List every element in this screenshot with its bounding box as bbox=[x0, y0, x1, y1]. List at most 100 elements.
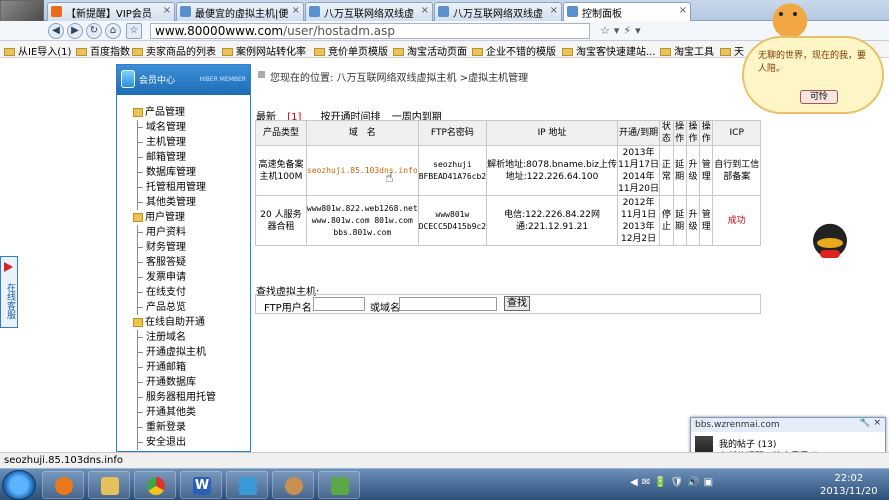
back-icon[interactable]: ◀ bbox=[48, 23, 64, 39]
clock-time: 22:02 bbox=[834, 473, 864, 484]
bookmark-folder[interactable]: 淘宝工具 bbox=[660, 43, 714, 58]
task-media[interactable] bbox=[318, 471, 360, 499]
bookmark-item[interactable]: 淘宝客快速建站... bbox=[562, 43, 656, 58]
task-remote[interactable] bbox=[226, 471, 268, 499]
close-icon[interactable]: 🔧 × bbox=[859, 418, 881, 428]
address-bar[interactable]: www.80000www.com/user/hostadm.asp bbox=[150, 23, 590, 39]
bookmark-item[interactable]: 卖家商品的列表 bbox=[132, 43, 216, 58]
menu-item-open-db[interactable]: 开通数据库 bbox=[134, 375, 250, 390]
bookmark-label: 淘宝客快速建站... bbox=[576, 47, 656, 58]
menu-group-products[interactable]: 产品管理 bbox=[133, 105, 250, 120]
folder-icon bbox=[76, 48, 87, 56]
nav-bar: ◀ ▶ ↻ ⌂ ☆ www.80000www.com/user/hostadm.… bbox=[0, 21, 889, 41]
bookmark-folder[interactable]: 从IE导入(1) bbox=[4, 43, 71, 58]
tab-80000-2[interactable]: 八万互联网络双线虚 × bbox=[434, 2, 562, 21]
arrow-right-icon bbox=[4, 262, 13, 272]
menu-group-self-service[interactable]: 在线自助开通 bbox=[133, 315, 250, 330]
online-service-label: 在线客服 bbox=[5, 283, 15, 319]
sidebar-header: 会员中心 HIBER MEMBER bbox=[117, 65, 250, 95]
col-header: 状态 bbox=[659, 120, 674, 146]
home-icon[interactable]: ⌂ bbox=[105, 23, 121, 39]
col-header: 开通/到期 bbox=[616, 120, 661, 146]
menu-item-db-mgmt[interactable]: 数据库管理 bbox=[134, 165, 250, 180]
folder-icon bbox=[720, 48, 731, 56]
bookmark-label: 天 bbox=[734, 47, 744, 58]
site-icon bbox=[51, 6, 62, 17]
online-service-tab[interactable]: 在线客服 bbox=[0, 256, 18, 328]
site-icon bbox=[180, 6, 191, 17]
menu-item-user-profile[interactable]: 用户资料 bbox=[134, 225, 250, 240]
menu-item-logout[interactable]: 安全退出 bbox=[134, 435, 250, 450]
tab-control-panel[interactable]: 控制面板 × bbox=[563, 2, 691, 21]
system-tray[interactable]: ◀✉🔋🛡🔊▣ bbox=[630, 477, 717, 488]
toolbar-icons[interactable]: ☆▾⚡▾ bbox=[600, 24, 645, 37]
renew-link[interactable]: 延期 bbox=[672, 145, 687, 196]
tab-label: 【新提醒】VIP会员 bbox=[66, 9, 152, 20]
bookmark-folder[interactable]: 淘宝活动页面 bbox=[393, 43, 467, 58]
col-header: 产品类型 bbox=[255, 120, 307, 146]
close-icon[interactable]: × bbox=[163, 5, 171, 16]
mascot-button[interactable]: 可怜 bbox=[800, 90, 838, 104]
refresh-icon[interactable]: ↻ bbox=[86, 23, 102, 39]
start-button[interactable] bbox=[2, 470, 36, 500]
menu-item-overview[interactable]: 产品总览 bbox=[134, 300, 250, 315]
forward-icon[interactable]: ▶ bbox=[67, 23, 83, 39]
close-icon[interactable]: × bbox=[292, 5, 300, 16]
site-icon bbox=[567, 6, 578, 17]
folder-icon bbox=[4, 48, 15, 56]
upgrade-link[interactable]: 升级 bbox=[685, 145, 701, 196]
close-icon[interactable]: × bbox=[550, 5, 558, 16]
close-icon[interactable]: × bbox=[679, 5, 687, 16]
menu-item-finance[interactable]: 财务管理 bbox=[134, 240, 250, 255]
system-clock[interactable]: 22:02 2013/11/20 bbox=[820, 472, 878, 498]
bookmark-label: 百度指数 bbox=[90, 47, 130, 58]
menu-item-support[interactable]: 客服答疑 bbox=[134, 255, 250, 270]
menu-item-domain-mgmt[interactable]: 域名管理 bbox=[134, 120, 250, 135]
menu-item-open-vhost[interactable]: 开通虚拟主机 bbox=[134, 345, 250, 360]
cell-ip: 电信:122.226.84.22网通:221.12.91.21 bbox=[486, 195, 618, 246]
tab-label: 八万互联网络双线虚 bbox=[324, 9, 414, 20]
bookmark-folder[interactable]: 竞价单页模版 bbox=[314, 43, 388, 58]
task-contacts[interactable] bbox=[272, 471, 314, 499]
upgrade-link[interactable]: 升级 bbox=[685, 195, 701, 246]
manage-link[interactable]: 管理 bbox=[699, 195, 714, 246]
task-word[interactable]: W bbox=[180, 471, 222, 499]
menu-item-payment[interactable]: 在线支付 bbox=[134, 285, 250, 300]
ftp-user-input[interactable] bbox=[313, 297, 365, 311]
taskbar: W ◀✉🔋🛡🔊▣ 22:02 2013/11/20 bbox=[0, 468, 889, 500]
menu-item-host-mgmt[interactable]: 主机管理 bbox=[134, 135, 250, 150]
menu-item-relogin[interactable]: 重新登录 bbox=[134, 420, 250, 435]
manage-link[interactable]: 管理 bbox=[699, 145, 714, 196]
cell-domain-link[interactable]: seozhuji.85.103dns.info bbox=[305, 145, 419, 196]
renew-link[interactable]: 延期 bbox=[672, 195, 687, 246]
menu-item-register-domain[interactable]: 注册域名 bbox=[134, 330, 250, 345]
task-chrome[interactable] bbox=[134, 471, 176, 499]
task-firefox[interactable] bbox=[42, 471, 84, 499]
folder-icon bbox=[472, 48, 483, 56]
close-icon[interactable]: × bbox=[421, 5, 429, 16]
search-button[interactable]: 查找 bbox=[504, 296, 530, 311]
bookmark-folder[interactable]: 案例网站转化率 bbox=[222, 43, 306, 58]
menu-item-other-mgmt[interactable]: 其他类管理 bbox=[134, 195, 250, 210]
site-icon bbox=[438, 6, 449, 17]
domain-label: 或域名 bbox=[370, 303, 400, 314]
tab-cheap-host[interactable]: 最便宜的虚拟主机|便 × bbox=[176, 2, 304, 21]
bookmark-folder[interactable]: 企业不错的模版 bbox=[472, 43, 556, 58]
menu-item-open-mail[interactable]: 开通邮箱 bbox=[134, 360, 250, 375]
menu-item-open-other[interactable]: 开通其他类 bbox=[134, 405, 250, 420]
bookmark-item[interactable]: 百度指数 bbox=[76, 43, 130, 58]
qq-penguin-icon[interactable] bbox=[806, 220, 854, 266]
menu-item-mail-mgmt[interactable]: 邮箱管理 bbox=[134, 150, 250, 165]
menu-item-server-rental[interactable]: 服务器租用托管 bbox=[134, 390, 250, 405]
domain-input[interactable] bbox=[399, 297, 497, 311]
task-explorer[interactable] bbox=[88, 471, 130, 499]
bookmark-label: 竞价单页模版 bbox=[328, 47, 388, 58]
dog-mascot-icon[interactable] bbox=[765, 2, 815, 36]
bookmark-folder[interactable]: 天 bbox=[720, 43, 744, 58]
menu-group-user[interactable]: 用户管理 bbox=[133, 210, 250, 225]
menu-item-hosting-mgmt[interactable]: 托管租用管理 bbox=[134, 180, 250, 195]
tab-80000-1[interactable]: 八万互联网络双线虚 × bbox=[305, 2, 433, 21]
menu-item-invoice[interactable]: 发票申请 bbox=[134, 270, 250, 285]
tab-vip[interactable]: 【新提醒】VIP会员 × bbox=[47, 2, 175, 21]
favorites-icon[interactable]: ☆ bbox=[126, 23, 142, 39]
